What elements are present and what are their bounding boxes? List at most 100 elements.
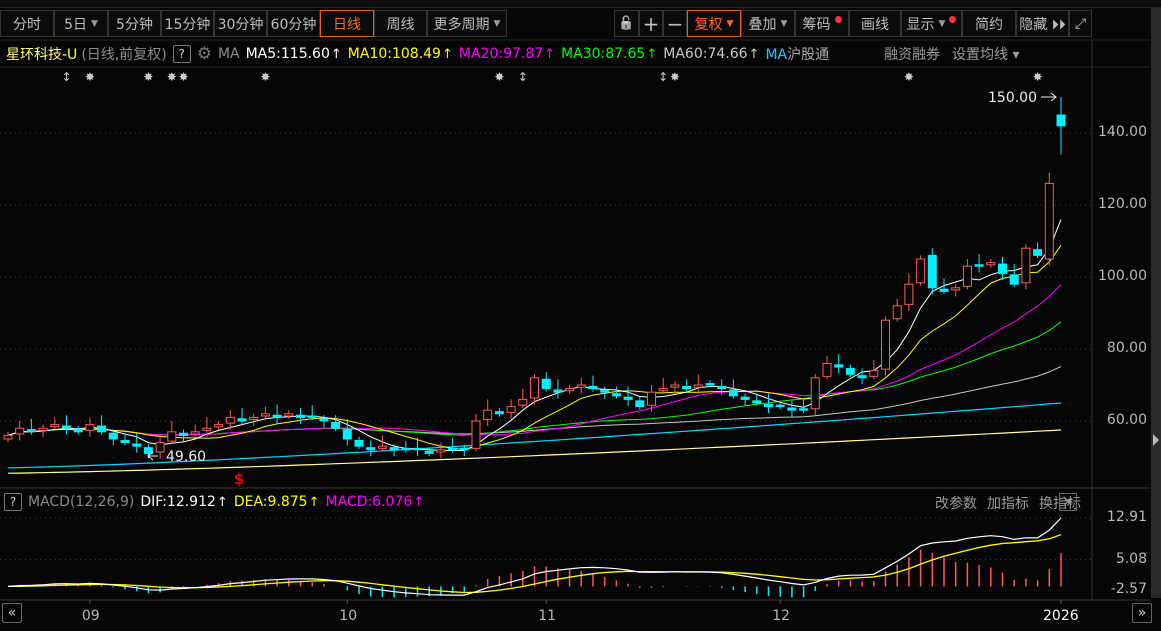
candle [85, 417, 95, 437]
month-tick: 10 [339, 608, 358, 624]
dif-value: DIF:12.912↑ [140, 494, 228, 510]
side-panel-strip[interactable] [1151, 8, 1161, 598]
event-marker-icon[interactable]: ✸ [85, 70, 95, 84]
candle [26, 418, 36, 435]
macd-tick: 12.91 [1106, 509, 1147, 525]
candle [424, 447, 434, 457]
candle [810, 374, 820, 416]
candle [518, 388, 528, 409]
macd-legend: ? MACD(12,26,9) DIF:12.912↑ DEA:9.875↑ M… [4, 493, 424, 511]
candle [237, 408, 247, 424]
candle [1056, 97, 1066, 155]
candle [553, 379, 563, 399]
candle [939, 278, 949, 295]
month-tick: 09 [81, 608, 100, 624]
macd-tick: -2.57 [1110, 581, 1147, 597]
month-tick: 11 [538, 608, 557, 624]
ma10-line [7, 245, 1062, 450]
event-marker-icon[interactable]: ✸ [143, 70, 153, 84]
price-tick: 80.00 [1106, 340, 1147, 356]
candle [1021, 244, 1031, 290]
candle [249, 413, 259, 427]
candle [881, 316, 890, 376]
candle [471, 413, 481, 452]
candle [869, 359, 879, 380]
candle [611, 386, 621, 399]
candle [974, 253, 984, 273]
candle [857, 368, 867, 385]
event-marker-icon[interactable]: ✸ [494, 70, 504, 84]
candle [506, 399, 516, 419]
candle [565, 385, 575, 394]
candle [401, 441, 411, 453]
scroll-right-button[interactable]: » [1132, 603, 1152, 623]
scroll-left-button[interactable]: « [2, 603, 22, 623]
candle [73, 426, 83, 435]
candle [62, 415, 71, 435]
candle [541, 372, 551, 392]
candle [962, 259, 972, 290]
candle [693, 374, 703, 394]
dea-value: DEA:9.875↑ [233, 494, 320, 510]
candle [307, 405, 317, 421]
candle [284, 410, 294, 419]
candle [1009, 264, 1019, 288]
candle [845, 364, 855, 378]
high-price-label: 150.00 [988, 90, 1037, 106]
candle [799, 397, 809, 414]
event-marker-icon[interactable]: ✸ [260, 70, 270, 84]
close-indicator-button[interactable]: ✕ [1059, 493, 1077, 511]
candle [167, 421, 177, 445]
low-price-label: 49.60 [166, 449, 206, 465]
edit-params-link[interactable]: 改参数 [935, 493, 977, 513]
candle [97, 415, 107, 435]
candle [483, 399, 493, 427]
split-marker-icon[interactable]: ↕ [61, 70, 71, 84]
event-marker-icon[interactable]: ✸ [1033, 70, 1043, 84]
price-tick: 140.00 [1098, 124, 1147, 140]
macd-help-button[interactable]: ? [4, 493, 22, 511]
candle [354, 436, 364, 450]
macd-title: MACD(12,26,9) [28, 494, 135, 510]
candle [296, 408, 305, 424]
candle [494, 408, 504, 417]
macd-value: MACD:6.076↑ [325, 494, 425, 510]
candle [600, 386, 610, 399]
split-marker-icon[interactable]: ↕ [518, 70, 528, 84]
candle [986, 259, 996, 268]
ma20-line [7, 284, 1062, 436]
kline-chart[interactable]: ↕ ✸ ✸ ✸ ✸ ✸ ✸ ↕ ↕ ✸ ✸ ✸150.0049.60$ [0, 0, 1161, 631]
dividend-marker-icon[interactable]: $ [234, 470, 244, 488]
candle [787, 400, 797, 417]
macd-tick: 5.08 [1115, 551, 1147, 567]
month-tick: 2026 [1043, 608, 1079, 624]
candle [682, 379, 692, 392]
candle [904, 273, 914, 311]
dea-line [7, 533, 1062, 594]
candle [998, 256, 1007, 280]
price-tick: 100.00 [1098, 268, 1147, 284]
expand-panel-icon[interactable] [1153, 434, 1159, 446]
candle [436, 442, 446, 459]
month-tick: 12 [772, 608, 791, 624]
candle [740, 393, 750, 406]
add-indicator-link[interactable]: 加指标 [987, 493, 1029, 513]
candle [892, 298, 902, 322]
candle [916, 255, 926, 286]
split-marker-icon[interactable]: ↕ [658, 70, 668, 84]
candle [635, 397, 645, 410]
candle [834, 354, 844, 374]
price-tick: 60.00 [1106, 412, 1147, 428]
candle [50, 417, 60, 430]
candle [15, 421, 25, 441]
candle [822, 356, 832, 380]
event-marker-icon[interactable]: ✸ [178, 70, 188, 84]
event-marker-icon[interactable]: ✸ [904, 70, 914, 84]
event-marker-icon[interactable]: ✸ [167, 70, 177, 84]
candle [951, 284, 961, 297]
candle [530, 374, 539, 405]
event-marker-icon[interactable]: ✸ [670, 70, 680, 84]
candle [272, 404, 282, 424]
candle [658, 377, 668, 394]
candle [1033, 242, 1043, 259]
